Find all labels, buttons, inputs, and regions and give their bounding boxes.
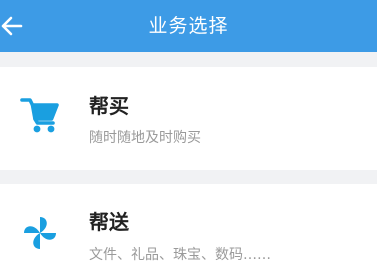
service-subtitle: 文件、礼品、珠宝、数码……: [89, 247, 271, 263]
service-subtitle: 随时随地及时购买: [89, 130, 201, 146]
pinwheel-icon: [24, 217, 56, 249]
shopping-cart-icon: [20, 98, 59, 133]
service-item-send[interactable]: 帮送 文件、礼品、珠宝、数码……: [0, 184, 377, 272]
header-bar: 业务选择: [0, 0, 377, 52]
service-title: 帮送: [89, 210, 129, 234]
page-title: 业务选择: [148, 15, 229, 37]
service-item-buy[interactable]: 帮买 随时随地及时购买: [0, 67, 377, 170]
service-title: 帮买: [89, 94, 129, 118]
